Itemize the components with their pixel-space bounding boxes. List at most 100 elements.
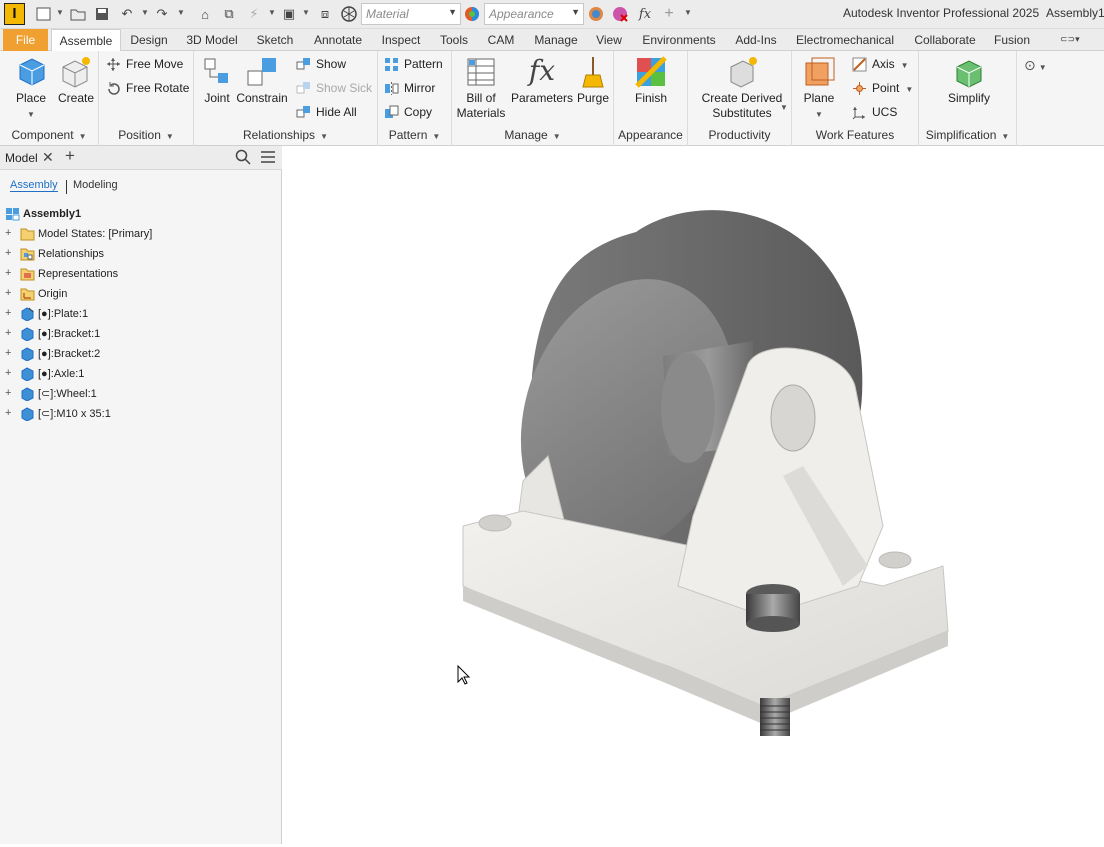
tab-view[interactable]: View (591, 29, 627, 51)
update-dropdown-icon[interactable]: ▼ (268, 8, 276, 17)
close-icon[interactable]: ✕ (42, 149, 54, 166)
create-derived-substitutes-button[interactable]: Create Derived Substitutes (696, 53, 788, 121)
home-icon[interactable]: ⌂ (196, 5, 214, 23)
create-button[interactable]: Create (54, 53, 98, 106)
update-icon[interactable]: ⚡ (245, 5, 263, 23)
tree-root[interactable]: Assembly1 (0, 204, 280, 224)
relationships-group-label[interactable]: Relationships ▼ (194, 128, 377, 144)
component-group-label[interactable]: Component ▼ (0, 128, 98, 144)
tab-manage[interactable]: Manage (529, 29, 583, 51)
expand-icon[interactable]: + (5, 308, 14, 319)
expand-icon[interactable]: + (5, 388, 14, 399)
select-dropdown-icon[interactable]: ▼ (302, 8, 310, 17)
expand-icon[interactable]: + (5, 288, 14, 299)
browser-subtab-modeling[interactable]: Modeling (73, 179, 118, 191)
undo-icon[interactable]: ↶ (118, 5, 136, 23)
plus-icon[interactable]: + (660, 5, 678, 23)
add-tab-icon[interactable]: + (65, 146, 75, 166)
adjust-appearance-icon[interactable] (587, 5, 605, 23)
point-button[interactable]: Point ▼ (850, 78, 913, 100)
menu-icon[interactable] (260, 150, 276, 167)
bill-of-materials-button[interactable]: Bill of Materials (454, 53, 508, 121)
ribbon-options-icon[interactable]: ⊙ ▼ (1024, 57, 1047, 74)
derived-dropdown-icon[interactable]: ▼ (780, 103, 788, 112)
purge-button[interactable]: Purge (574, 53, 612, 106)
pattern-group-label[interactable]: Pattern ▼ (378, 128, 451, 144)
assembly-model-render[interactable] (283, 146, 1104, 844)
tree-item[interactable]: + [●]:Axle:1 (0, 364, 280, 384)
expand-icon[interactable]: + (5, 268, 14, 279)
expand-icon[interactable]: + (5, 248, 14, 259)
axis-button[interactable]: Axis ▼ (850, 54, 909, 76)
search-icon[interactable] (235, 149, 251, 168)
tree-item[interactable]: + [●]:Bracket:1 (0, 324, 280, 344)
tree-item[interactable]: + [⊂]:Wheel:1 (0, 384, 280, 404)
tab-sketch[interactable]: Sketch (252, 29, 298, 51)
axle-bore[interactable] (770, 384, 816, 452)
plane-button[interactable]: Plane ▼ (798, 53, 840, 122)
manage-group-label[interactable]: Manage ▼ (452, 128, 613, 144)
browser-subtab-assembly[interactable]: Assembly (10, 179, 58, 192)
tree-item[interactable]: + Model States: [Primary] (0, 224, 280, 244)
browser-tab-model[interactable]: Model (5, 151, 38, 165)
tree-item[interactable]: + [●]:Bracket:2 (0, 344, 280, 364)
project-icon[interactable]: ⧈ (316, 5, 334, 23)
tab-add-ins[interactable]: Add-Ins (730, 29, 782, 51)
ribbon-display-toggle[interactable]: ⊂⊃▾ (1060, 34, 1086, 46)
joint-button[interactable]: Joint (198, 53, 236, 106)
copy-button[interactable]: Copy (382, 102, 432, 124)
finish-button[interactable]: Finish (628, 53, 674, 106)
new-dropdown-icon[interactable]: ▼ (56, 8, 64, 17)
appearance-icon[interactable] (463, 5, 481, 23)
open-icon[interactable] (69, 5, 87, 23)
local-update-icon[interactable]: ⧉ (220, 5, 238, 23)
customize-dropdown-icon[interactable]: ▼ (684, 8, 692, 17)
tree-item[interactable]: + [●]:Plate:1 (0, 304, 280, 324)
tab-electromechanical[interactable]: Electromechanical (791, 29, 899, 51)
tab-cam[interactable]: CAM (482, 29, 520, 51)
simplification-group-label[interactable]: Simplification ▼ (919, 128, 1016, 144)
position-group-label[interactable]: Position ▼ (99, 128, 193, 144)
tab-design[interactable]: Design (125, 29, 173, 51)
tab-fusion[interactable]: Fusion (990, 29, 1034, 51)
expand-icon[interactable]: + (5, 368, 14, 379)
new-icon[interactable] (34, 5, 52, 23)
tree-item[interactable]: + Representations (0, 264, 280, 284)
expand-icon[interactable]: + (5, 348, 14, 359)
show-sick-button[interactable]: Show Sick (294, 78, 372, 100)
tree-item[interactable]: + Relationships (0, 244, 280, 264)
show-button[interactable]: Show (294, 54, 346, 76)
tab-annotate[interactable]: Annotate (307, 29, 369, 51)
pattern-button[interactable]: Pattern (382, 54, 443, 76)
mirror-button[interactable]: Mirror (382, 78, 435, 100)
redo-dropdown-icon[interactable]: ▼ (177, 8, 185, 17)
expand-icon[interactable]: + (5, 328, 14, 339)
inventor-logo[interactable]: I (4, 3, 25, 25)
hide-all-button[interactable]: Hide All (294, 102, 357, 124)
expand-icon[interactable]: + (5, 408, 14, 419)
parameters-button[interactable]: fx Parameters (509, 53, 575, 106)
constrain-button[interactable]: Constrain (236, 53, 288, 106)
appearance-combo[interactable]: Appearance ▼ (484, 3, 584, 25)
free-move-button[interactable]: Free Move (104, 54, 183, 76)
select-icon[interactable]: ▣ (280, 5, 298, 23)
tab-collaborate[interactable]: Collaborate (908, 29, 982, 51)
tab-assemble[interactable]: Assemble (51, 29, 121, 52)
free-rotate-button[interactable]: Free Rotate (104, 78, 189, 100)
tab-file[interactable]: File (3, 29, 48, 51)
tree-item[interactable]: + Origin (0, 284, 280, 304)
fx-icon[interactable]: fx (636, 5, 654, 23)
tab-3d-model[interactable]: 3D Model (180, 29, 244, 51)
clear-appearance-icon[interactable] (611, 5, 629, 23)
tree-item[interactable]: + [⊂]:M10 x 35:1 (0, 404, 280, 424)
material-icon[interactable] (340, 5, 358, 23)
undo-dropdown-icon[interactable]: ▼ (141, 8, 149, 17)
tab-environments[interactable]: Environments (637, 29, 721, 51)
place-button[interactable]: Place ▼ (8, 53, 54, 122)
expand-icon[interactable]: + (5, 228, 14, 239)
tab-inspect[interactable]: Inspect (375, 29, 427, 51)
redo-icon[interactable]: ↷ (153, 5, 171, 23)
graphics-viewport[interactable] (283, 146, 1104, 844)
material-combo[interactable]: Material ▼ (361, 3, 461, 25)
simplify-button[interactable]: Simplify (941, 53, 997, 106)
